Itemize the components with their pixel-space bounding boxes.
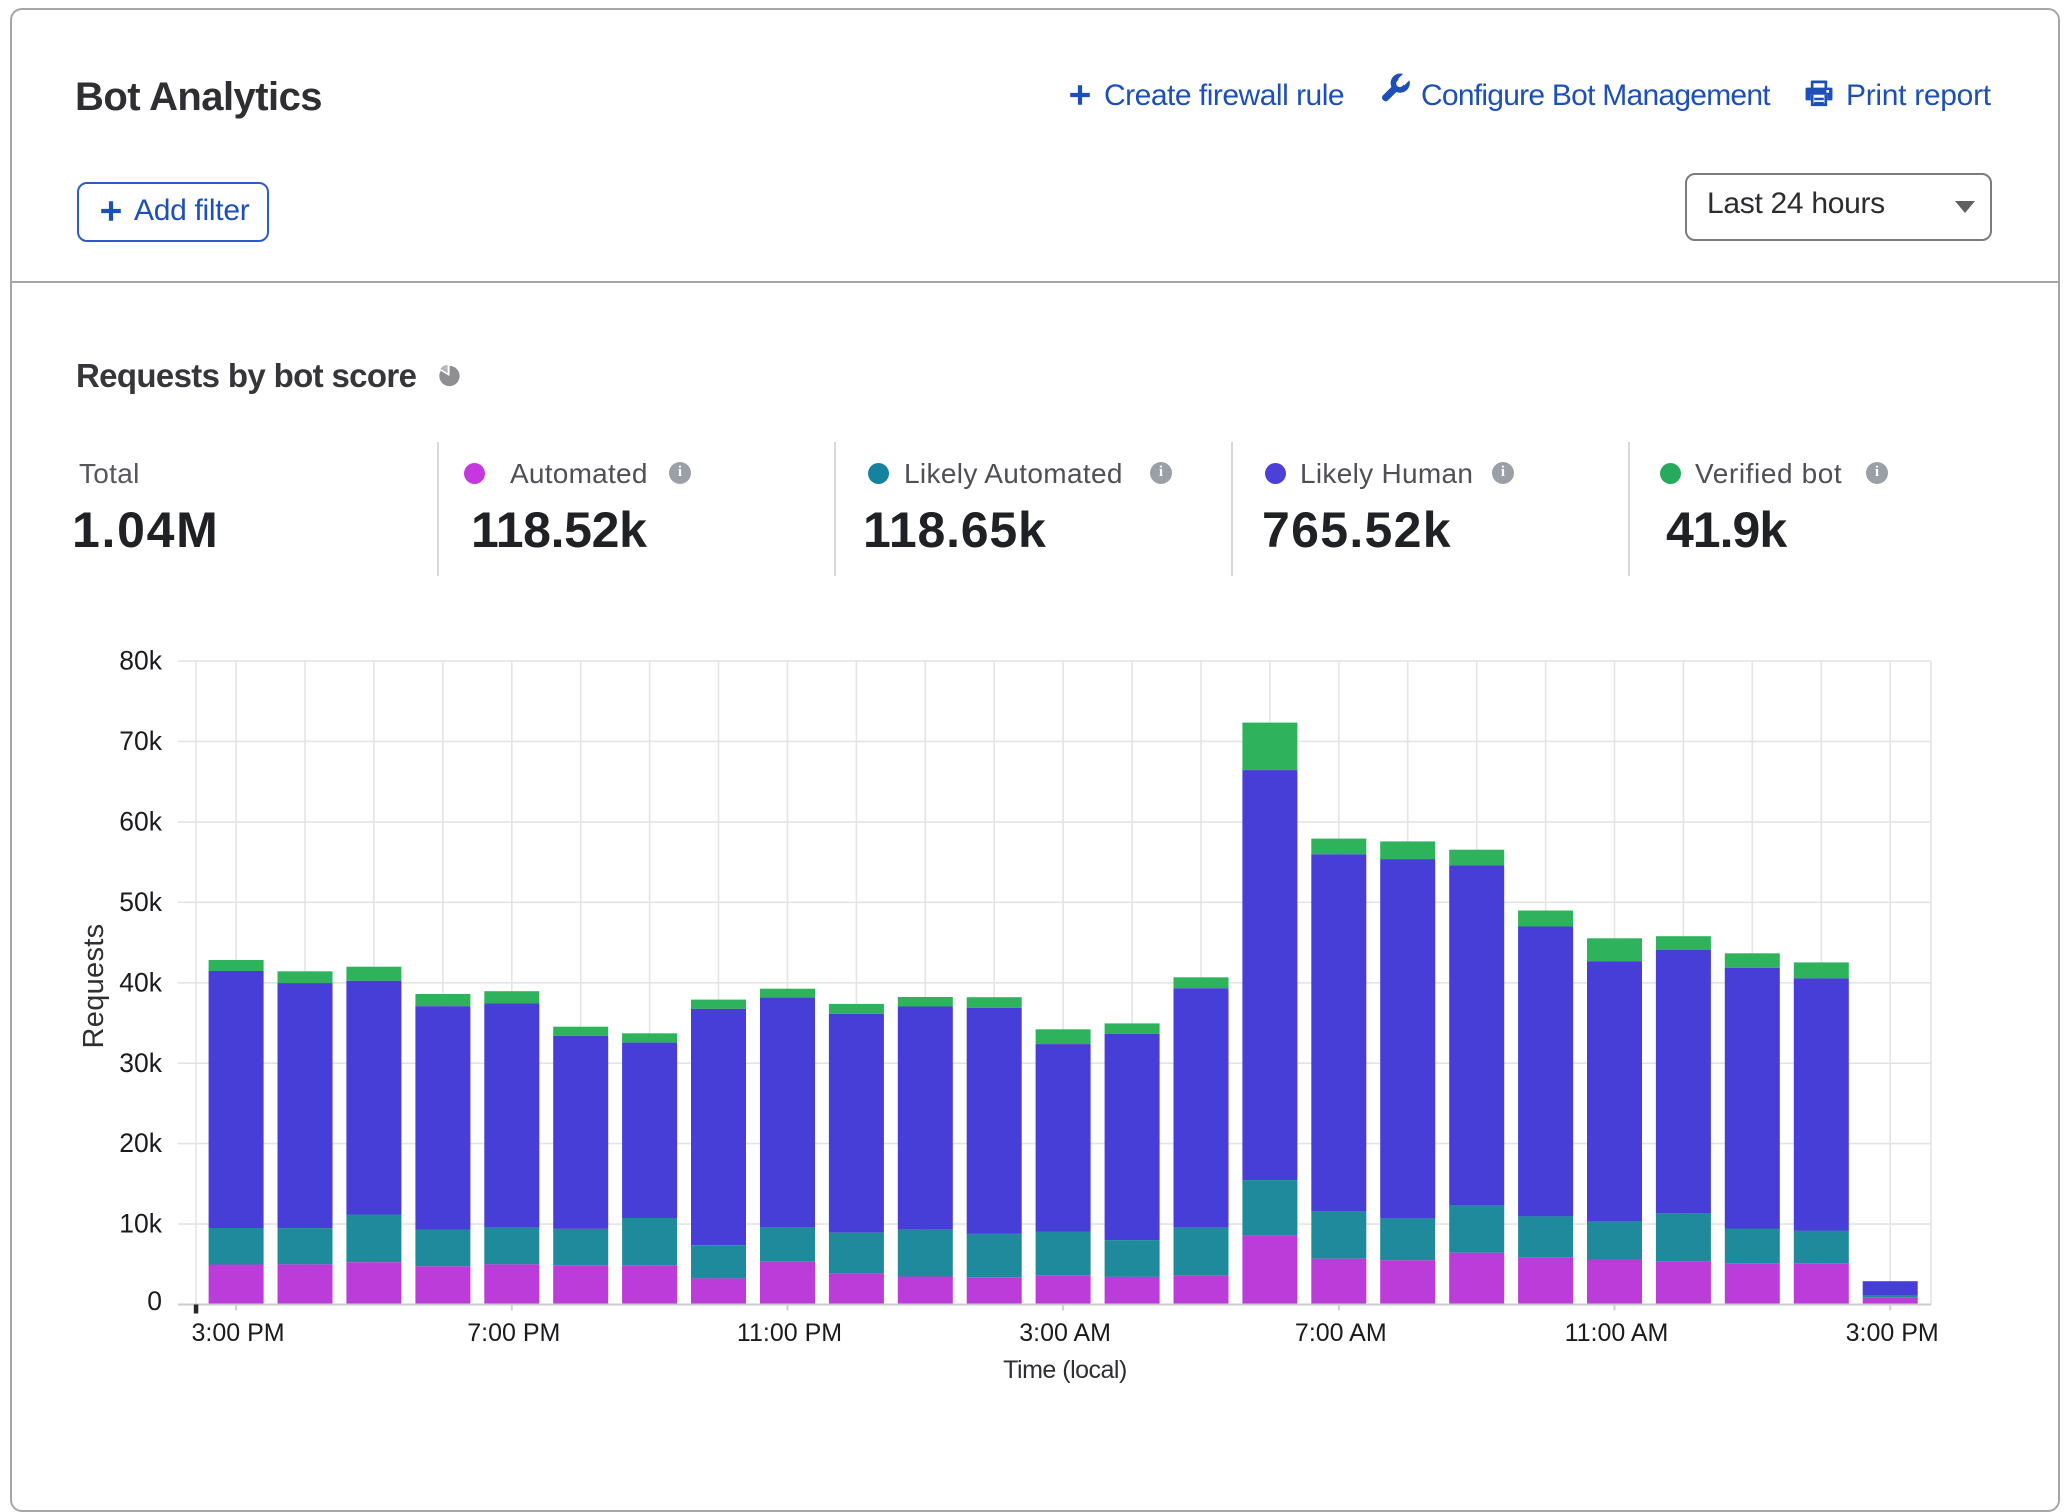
svg-text:20k: 20k <box>119 1128 162 1158</box>
svg-text:70k: 70k <box>119 726 162 756</box>
svg-text:80k: 80k <box>119 646 162 676</box>
svg-text:30k: 30k <box>119 1048 162 1078</box>
svg-text:60k: 60k <box>119 807 162 837</box>
svg-text:11:00 AM: 11:00 AM <box>1565 1319 1669 1347</box>
svg-text:11:00 PM: 11:00 PM <box>737 1319 842 1347</box>
svg-text:10k: 10k <box>119 1209 162 1239</box>
svg-text:3:00 PM: 3:00 PM <box>192 1319 285 1347</box>
svg-text:40k: 40k <box>119 967 162 997</box>
svg-text:3:00 AM: 3:00 AM <box>1019 1319 1111 1347</box>
svg-text:Time (local): Time (local) <box>1003 1356 1127 1384</box>
svg-text:7:00 AM: 7:00 AM <box>1295 1319 1387 1347</box>
svg-text:50k: 50k <box>119 887 162 917</box>
svg-text:3:00 PM: 3:00 PM <box>1846 1319 1939 1347</box>
svg-text:7:00 PM: 7:00 PM <box>467 1319 560 1347</box>
svg-text:0: 0 <box>147 1286 162 1316</box>
svg-text:Requests: Requests <box>78 924 110 1049</box>
